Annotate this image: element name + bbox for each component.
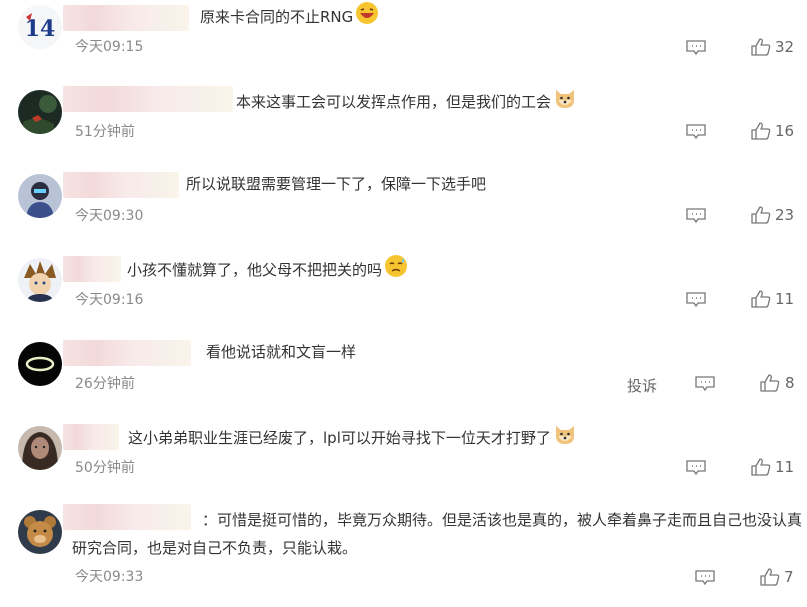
comment-text: 这小弟弟职业生涯已经废了，lpl可以开始寻找下一位天才打野了	[128, 422, 577, 455]
report-button[interactable]: 投诉	[627, 375, 657, 396]
timestamp: 51分钟前	[75, 124, 135, 140]
laugh-emoji	[355, 1, 379, 34]
thumbs-up-icon[interactable]	[751, 290, 771, 308]
like-count: 11	[775, 458, 795, 476]
avatar[interactable]	[18, 174, 62, 218]
nickname-blurred[interactable]	[63, 256, 121, 282]
comment-icon[interactable]	[686, 124, 706, 139]
avatar[interactable]	[18, 426, 62, 470]
like-count: 16	[775, 122, 795, 140]
thumbs-up-icon[interactable]	[751, 122, 771, 140]
timestamp: 今天09:16	[75, 292, 144, 308]
comment-icon[interactable]	[695, 376, 715, 391]
comment-icon[interactable]	[686, 40, 706, 55]
like-count: 23	[775, 206, 795, 224]
nickname-blurred[interactable]	[63, 424, 119, 450]
nickname-blurred[interactable]	[63, 172, 179, 198]
timestamp: 今天09:15	[75, 39, 144, 55]
thumbs-up-icon[interactable]	[760, 568, 780, 586]
comment-icon[interactable]	[686, 292, 706, 307]
like-count: 11	[775, 290, 795, 308]
like-count: 32	[775, 38, 795, 56]
comment-icon[interactable]	[686, 460, 706, 475]
comment-text: 看他说话就和文盲一样	[206, 343, 357, 361]
nickname-blurred[interactable]	[63, 340, 191, 366]
avatar[interactable]	[18, 342, 62, 386]
thumbs-up-icon[interactable]	[751, 206, 771, 224]
comment-text: ：可惜是挺可惜的，毕竟万众期待。但是活该也是真的，被人牵着鼻子走而且自己也没认真…	[72, 511, 803, 557]
timestamp: 50分钟前	[75, 460, 135, 476]
comment-icon[interactable]	[686, 208, 706, 223]
nickname-blurred[interactable]	[63, 86, 233, 112]
thumbs-up-icon[interactable]	[751, 38, 771, 56]
avatar[interactable]: 14	[18, 5, 62, 49]
like-count: 7	[784, 568, 794, 586]
comment-text: 原来卡合同的不止RNG	[200, 1, 379, 34]
comment-text: 本来这事工会可以发挥点作用，但是我们的工会	[236, 86, 577, 119]
avatar[interactable]	[18, 90, 62, 134]
thumbs-up-icon[interactable]	[751, 458, 771, 476]
sweat-emoji	[384, 254, 408, 287]
doge-emoji	[553, 422, 577, 455]
avatar[interactable]	[18, 258, 62, 302]
doge-emoji	[553, 86, 577, 119]
thumbs-up-icon[interactable]	[760, 374, 780, 392]
timestamp: 今天09:30	[75, 208, 144, 224]
like-count: 8	[785, 374, 795, 392]
comment-text: 所以说联盟需要管理一下了，保障一下选手吧	[186, 175, 487, 193]
timestamp: 26分钟前	[75, 376, 135, 392]
comment-icon[interactable]	[695, 570, 715, 585]
comment-text: 小孩不懂就算了，他父母不把把关的吗	[127, 254, 408, 287]
avatar[interactable]	[18, 510, 62, 554]
nickname-blurred[interactable]	[63, 5, 189, 31]
timestamp: 今天09:33	[75, 569, 144, 585]
